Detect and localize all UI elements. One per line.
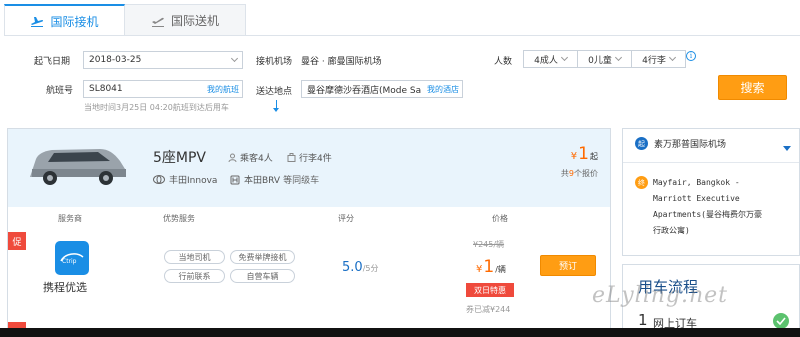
origin-badge-icon: 起: [635, 137, 648, 150]
route-panel: 起 素万那普国际机场 终 Mayfair, Bangkok - Marriott…: [622, 128, 800, 256]
price-currency: ¥: [476, 264, 483, 275]
search-button[interactable]: 搜索: [718, 75, 787, 100]
car-result-card: 5座MPV 乘客4人 行李4件 丰田Innova 本田BRV 等同级车 ¥ 1 …: [7, 128, 611, 337]
score-out: /5分: [362, 264, 379, 273]
dropoff-value: 曼谷摩德沙吞酒店(Mode Sa: [307, 85, 422, 96]
adults-select[interactable]: 4成人: [523, 50, 578, 68]
hotel-line: Marriott Executive: [653, 194, 740, 203]
my-flights-link[interactable]: 我的航班: [207, 84, 242, 95]
passenger-text: 乘客4人: [240, 154, 273, 164]
currency-symbol: ¥: [570, 151, 578, 162]
ctrip-logo-icon: Ctrip: [55, 241, 89, 275]
model-2-text: 本田BRV: [244, 176, 281, 186]
price-unit: /辆: [495, 265, 506, 274]
chevron-down-icon: [560, 53, 568, 62]
car-image: [26, 145, 130, 190]
watermark: eLyling.net: [592, 283, 729, 308]
car-model-1: 丰田Innova: [153, 173, 217, 186]
check-icon: [773, 313, 789, 329]
header-rating: 评分: [338, 214, 354, 223]
luggage-count: 行李4件: [287, 151, 332, 164]
flight-field[interactable]: SL8041 我的航班: [83, 80, 243, 98]
destination-hotel: Mayfair, Bangkok - Marriott Executive Ap…: [653, 175, 793, 239]
origin-airport[interactable]: 起 素万那普国际机场: [635, 137, 726, 150]
tab-intl-dropoff-label: 国际送机: [170, 14, 219, 28]
luggage-icon: [287, 153, 296, 162]
dropoff-field[interactable]: 曼谷摩德沙吞酒店(Mode Sa 我的酒店: [301, 80, 463, 98]
chevron-down-icon[interactable]: [783, 146, 791, 151]
book-button[interactable]: 预订: [540, 255, 596, 276]
score-value: 5.0: [342, 260, 363, 275]
header-price: 价格: [492, 214, 508, 223]
header-services: 优势服务: [163, 214, 195, 223]
tab-intl-pickup-label: 国际接机: [50, 14, 99, 29]
search-form: 起飞日期 2018-03-25 航班号 SL8041 我的航班 当地时间3月25…: [4, 35, 800, 118]
from-price: ¥ 1 起: [571, 144, 598, 164]
quotes-pre: 共: [560, 169, 569, 178]
info-icon[interactable]: i: [686, 51, 696, 61]
chevron-down-icon: [230, 54, 239, 63]
promo-tag: 促: [8, 232, 26, 250]
hotel-line: Apartments(曼谷梅费尔万豪: [653, 210, 762, 219]
car-title: 5座MPV: [153, 150, 207, 166]
hotel-line: 行政公寓): [653, 226, 690, 235]
flight-value: SL8041: [89, 84, 123, 94]
service-pill: 当地司机: [164, 250, 225, 264]
flow-step-number: 1: [638, 311, 648, 329]
flight-label: 航班号: [46, 86, 74, 96]
luggage-select[interactable]: 4行李: [631, 50, 686, 68]
rating-score: 5.0/5分: [342, 260, 378, 275]
deal-badge: 双日特惠: [466, 283, 514, 297]
adults-value: 4成人: [534, 55, 558, 66]
bottom-bar: [0, 328, 800, 337]
car-model-2: 本田BRV 等同级车: [230, 173, 319, 186]
my-hotels-link[interactable]: 我的酒店: [427, 84, 462, 95]
plane-landing-icon: [30, 15, 44, 27]
vendor-name: 携程优选: [43, 281, 87, 294]
price-value: 1: [483, 257, 495, 277]
service-tabs: 国际接机 国际送机: [4, 4, 274, 36]
arrival-hint: 当地时间3月25日 04:20航班到达后用车: [84, 103, 229, 112]
quote-count: 共9个报价: [561, 168, 598, 179]
toyota-logo-icon: [153, 175, 165, 184]
people-label: 人数: [494, 57, 513, 67]
date-label: 起飞日期: [34, 57, 71, 67]
model-suffix: 等同级车: [283, 176, 320, 186]
children-select[interactable]: 0儿童: [577, 50, 632, 68]
from-suffix: 起: [590, 152, 598, 161]
svg-text:Ctrip: Ctrip: [62, 258, 77, 265]
original-price: ¥245/辆: [473, 240, 505, 249]
chevron-down-icon: [614, 53, 622, 62]
arrow-down-icon: [273, 100, 279, 112]
model-1-text: 丰田Innova: [169, 176, 218, 186]
date-value: 2018-03-25: [89, 55, 142, 65]
luggage-text: 行李4件: [299, 154, 332, 164]
divider: [623, 162, 799, 163]
honda-logo-icon: [230, 175, 240, 184]
luggage-value: 4行李: [642, 55, 666, 66]
destination-badge-icon: 终: [635, 176, 648, 189]
current-price: ¥ 1 /辆: [476, 257, 506, 277]
person-icon: [228, 153, 237, 162]
dropoff-label: 送达地点: [256, 87, 293, 97]
pickup-airport-value[interactable]: 曼谷 · 廊曼国际机场: [301, 54, 382, 67]
airport-name: 素万那普国际机场: [654, 140, 727, 150]
coupon-saving: 券已减¥244: [466, 305, 511, 314]
pickup-airport-label: 接机机场: [256, 57, 293, 67]
plane-takeoff-icon: [151, 15, 165, 27]
tab-intl-dropoff[interactable]: 国际送机: [125, 4, 246, 36]
service-pill: 自营车辆: [230, 269, 295, 283]
date-field[interactable]: 2018-03-25: [83, 51, 243, 69]
header-vendor: 服务商: [58, 214, 82, 223]
quotes-post: 个报价: [574, 169, 598, 178]
from-price-value: 1: [578, 144, 589, 164]
children-value: 0儿童: [588, 55, 612, 66]
tab-intl-pickup[interactable]: 国际接机: [4, 4, 125, 36]
chevron-down-icon: [668, 53, 676, 62]
passenger-count: 乘客4人: [228, 151, 273, 164]
service-pill: 行前联系: [164, 269, 225, 283]
service-pill: 免费举牌接机: [230, 250, 295, 264]
hotel-line: Mayfair, Bangkok -: [653, 178, 740, 187]
